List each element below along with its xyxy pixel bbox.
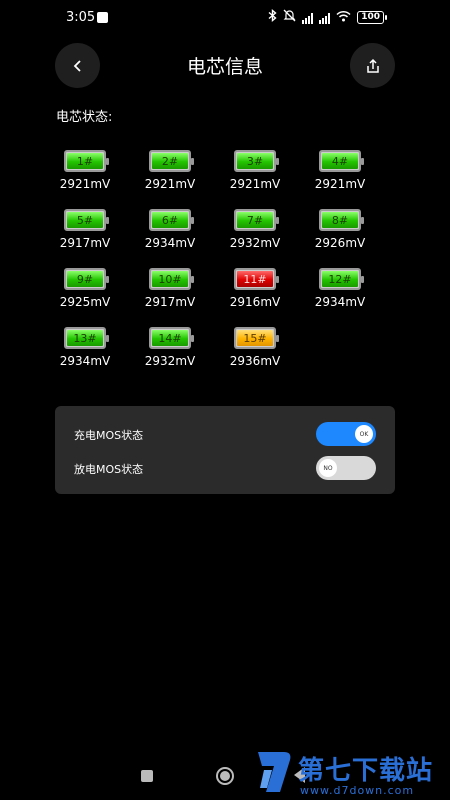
mute-icon: [283, 9, 296, 26]
battery-cell-icon: 6#: [149, 209, 194, 231]
status-icons: 100: [268, 9, 387, 26]
notification-square-icon: [97, 12, 108, 23]
battery-cell: 1# 2921mV: [55, 150, 115, 191]
battery-cell-icon: 1#: [64, 150, 109, 172]
battery-cell-label: 2#: [152, 153, 188, 169]
signal-icon: [319, 12, 331, 24]
charge-mos-label: 充电MOS状态: [74, 429, 144, 442]
battery-cell-icon: 13#: [64, 327, 109, 349]
battery-cell: 11# 2916mV: [225, 268, 285, 309]
charge-mos-toggle[interactable]: OK: [316, 422, 376, 446]
watermark: 第七下载站 www.d7down.com: [254, 744, 450, 800]
battery-cell-label: 1#: [67, 153, 103, 169]
battery-cell-label: 4#: [322, 153, 358, 169]
battery-cell-icon: 7#: [234, 209, 279, 231]
battery-cell: 7# 2932mV: [225, 209, 285, 250]
battery-cell-voltage: 2934mV: [144, 236, 196, 250]
status-time: 3:05: [66, 10, 96, 25]
battery-cell-voltage: 2934mV: [59, 354, 111, 368]
battery-cell-label: 5#: [67, 212, 103, 228]
battery-cell: 15# 2936mV: [225, 327, 285, 368]
battery-cell-voltage: 2926mV: [314, 236, 366, 250]
battery-cell-label: 3#: [237, 153, 273, 169]
battery-cell: 9# 2925mV: [55, 268, 115, 309]
battery-cell-label: 14#: [152, 330, 188, 346]
battery-cell-icon: 3#: [234, 150, 279, 172]
discharge-mos-toggle[interactable]: NO: [316, 456, 376, 480]
battery-cell-voltage: 2916mV: [229, 295, 281, 309]
battery-cell-voltage: 2921mV: [59, 177, 111, 191]
battery-cell-voltage: 2932mV: [144, 354, 196, 368]
charge-mos-row: 充电MOS状态 OK: [55, 419, 395, 449]
discharge-mos-label: 放电MOS状态: [74, 463, 144, 476]
wifi-icon: [336, 10, 351, 26]
battery-cell-voltage: 2917mV: [59, 236, 111, 250]
battery-cell: 4# 2921mV: [310, 150, 370, 191]
cells-section-label: 电芯状态:: [56, 110, 113, 125]
battery-cell-icon: 12#: [319, 268, 364, 290]
battery-cell-label: 12#: [322, 271, 358, 287]
share-button[interactable]: [350, 43, 395, 88]
battery-cell-voltage: 2917mV: [144, 295, 196, 309]
battery-cell-icon: 10#: [149, 268, 194, 290]
battery-cell: 12# 2934mV: [310, 268, 370, 309]
battery-cell-voltage: 2925mV: [59, 295, 111, 309]
battery-icon: 100: [357, 11, 387, 24]
battery-cell: 2# 2921mV: [140, 150, 200, 191]
battery-cell-label: 11#: [237, 271, 273, 287]
battery-cell: 3# 2921mV: [225, 150, 285, 191]
watermark-logo-icon: [258, 752, 291, 792]
battery-cell-icon: 8#: [319, 209, 364, 231]
battery-cell-icon: 5#: [64, 209, 109, 231]
battery-cell-voltage: 2932mV: [229, 236, 281, 250]
share-icon: [366, 58, 379, 73]
battery-cell: 5# 2917mV: [55, 209, 115, 250]
cells-grid: 1# 2921mV 2# 2921mV 3# 2921mV 4# 2921mV 5# 2917mV…: [55, 150, 395, 368]
battery-cell: 10# 2917mV: [140, 268, 200, 309]
battery-cell-label: 13#: [67, 330, 103, 346]
watermark-url: www.d7down.com: [300, 784, 415, 797]
battery-cell-icon: 11#: [234, 268, 279, 290]
battery-cell: 13# 2934mV: [55, 327, 115, 368]
battery-cell-voltage: 2921mV: [314, 177, 366, 191]
status-bar: 3:05 100: [0, 0, 450, 34]
battery-cell-icon: 2#: [149, 150, 194, 172]
battery-cell-label: 15#: [237, 330, 273, 346]
battery-cell-label: 8#: [322, 212, 358, 228]
toggle-knob: OK: [355, 425, 373, 443]
battery-cell-voltage: 2936mV: [229, 354, 281, 368]
battery-cell: 6# 2934mV: [140, 209, 200, 250]
recents-square-icon[interactable]: [141, 770, 153, 782]
battery-cell-label: 6#: [152, 212, 188, 228]
home-circle-icon[interactable]: [216, 767, 234, 785]
battery-cell: 8# 2926mV: [310, 209, 370, 250]
toggle-knob: NO: [319, 459, 337, 477]
battery-cell-label: 10#: [152, 271, 188, 287]
mos-status-card: 充电MOS状态 OK 放电MOS状态 NO: [55, 406, 395, 494]
battery-cell-label: 7#: [237, 212, 273, 228]
battery-cell-voltage: 2934mV: [314, 295, 366, 309]
battery-cell-label: 9#: [67, 271, 103, 287]
battery-cell-icon: 4#: [319, 150, 364, 172]
battery-cell: 14# 2932mV: [140, 327, 200, 368]
battery-cell-icon: 15#: [234, 327, 279, 349]
battery-cell-voltage: 2921mV: [144, 177, 196, 191]
watermark-text: 第七下载站: [298, 756, 434, 786]
signal-icon: [302, 12, 314, 24]
bluetooth-icon: [268, 9, 277, 26]
battery-cell-icon: 14#: [149, 327, 194, 349]
battery-cell-icon: 9#: [64, 268, 109, 290]
battery-cell-voltage: 2921mV: [229, 177, 281, 191]
discharge-mos-row: 放电MOS状态 NO: [55, 453, 395, 483]
